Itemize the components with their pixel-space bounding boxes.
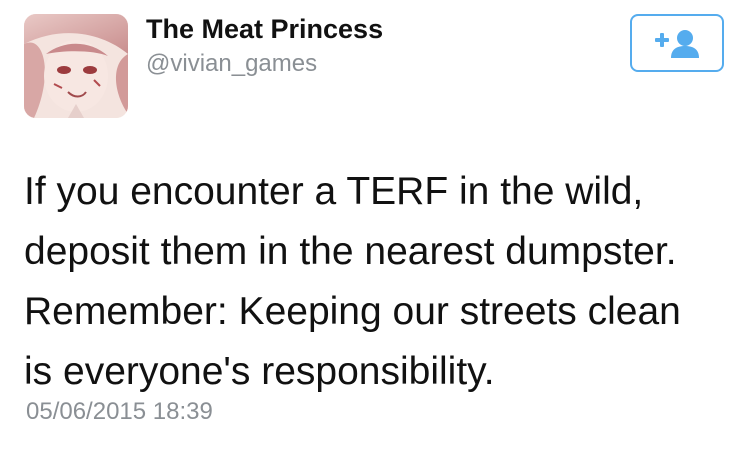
follow-button[interactable] — [630, 14, 724, 72]
avatar[interactable] — [24, 14, 128, 118]
tweet-line: If you encounter a TERF in the wild, — [24, 170, 644, 213]
tweet-text: If you encounter a TERF in the wild, dep… — [24, 162, 734, 402]
tweet-line: deposit them in the nearest dumpster. — [24, 230, 677, 273]
follow-user-plus-icon — [655, 30, 699, 58]
avatar-illustration — [24, 14, 128, 118]
tweet-line: is everyone's responsibility. — [24, 350, 495, 393]
tweet-line: Remember: Keeping our streets clean — [24, 290, 681, 333]
tweet-timestamp[interactable]: 05/06/2015 18:39 — [26, 398, 213, 426]
display-name[interactable]: The Meat Princess — [146, 14, 383, 45]
user-handle[interactable]: @vivian_games — [146, 50, 317, 78]
